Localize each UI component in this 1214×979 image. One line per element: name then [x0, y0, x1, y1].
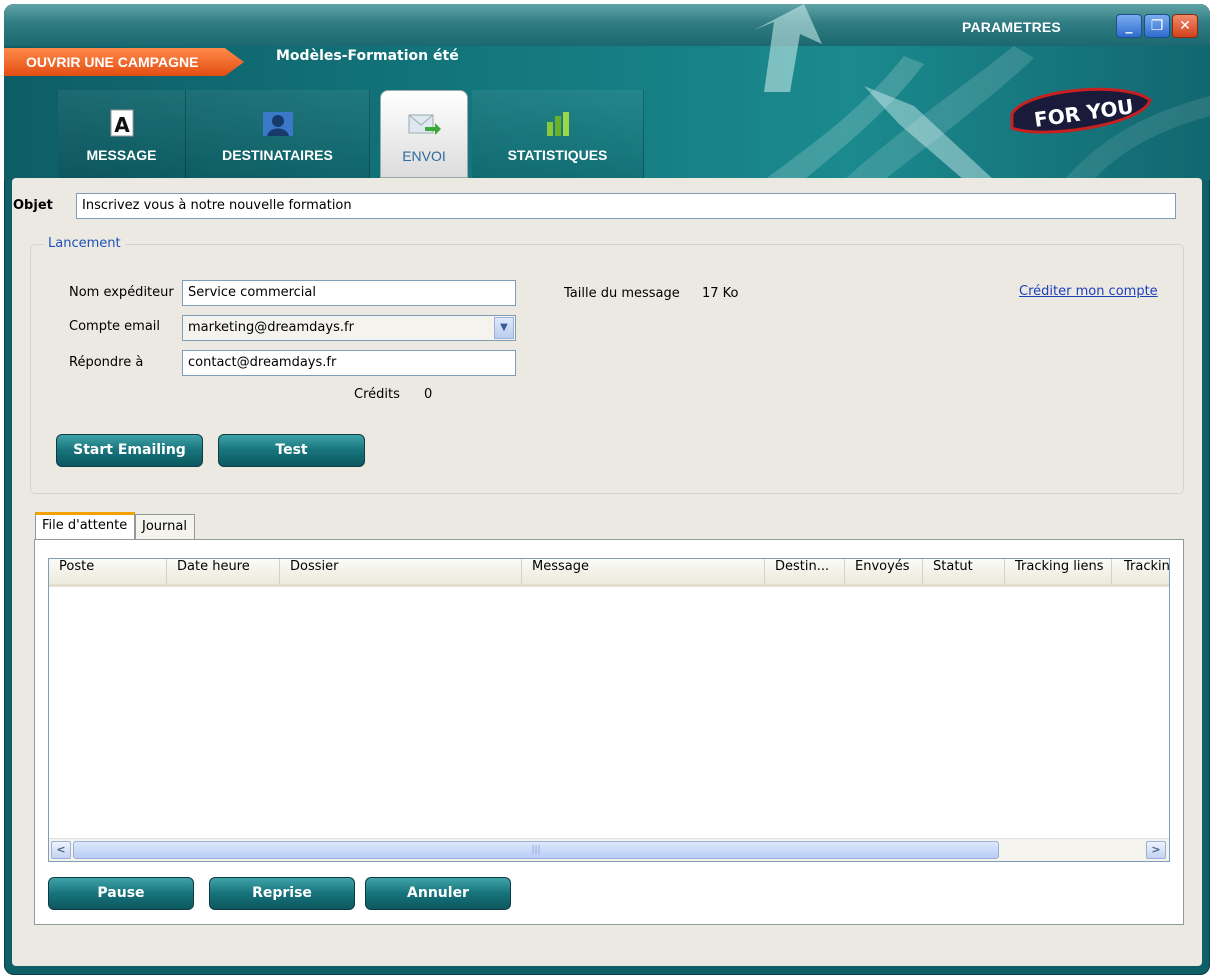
- column-header[interactable]: Message: [522, 559, 765, 584]
- tab-destinataires[interactable]: DESTINATAIRES: [186, 90, 370, 178]
- mail-for-you-logo: FOR YOU: [1010, 87, 1152, 134]
- test-button[interactable]: Test: [218, 434, 365, 467]
- scroll-thumb[interactable]: |||: [73, 841, 999, 859]
- queue-table: Poste Date heure Dossier Message Destin.…: [48, 558, 1170, 862]
- account-label: Compte email: [69, 319, 161, 334]
- reply-input[interactable]: contact@dreamdays.fr: [182, 350, 516, 376]
- campaign-name: Modèles-Formation été: [276, 48, 459, 64]
- campaign-bar: OUVRIR UNE CAMPAGNE Modèles-Formation ét…: [4, 48, 1210, 76]
- start-emailing-button[interactable]: Start Emailing: [56, 434, 203, 467]
- tab-label: MESSAGE: [86, 147, 157, 163]
- sender-label: Nom expéditeur: [69, 285, 174, 300]
- column-header[interactable]: Date heure: [167, 559, 280, 584]
- credits-label: Crédits: [354, 387, 400, 402]
- tab-statistiques[interactable]: STATISTIQUES: [472, 90, 644, 178]
- scroll-left-icon[interactable]: <: [51, 841, 71, 859]
- tab-label: ENVOI: [402, 148, 446, 164]
- scroll-right-icon[interactable]: >: [1146, 841, 1166, 859]
- open-campaign-button[interactable]: OUVRIR UNE CAMPAGNE: [4, 48, 244, 76]
- tab-message[interactable]: A MESSAGE: [58, 90, 186, 178]
- parametres-link[interactable]: PARAMETRES: [962, 19, 1061, 35]
- credits-value: 0: [424, 387, 433, 402]
- letter-a-icon: A: [110, 109, 133, 137]
- objet-input[interactable]: Inscrivez vous à notre nouvelle formatio…: [76, 193, 1176, 219]
- pause-button[interactable]: Pause: [48, 877, 194, 910]
- column-header[interactable]: Statut: [923, 559, 1005, 584]
- column-header[interactable]: Destin...: [765, 559, 845, 584]
- column-header[interactable]: Envoyés: [845, 559, 923, 584]
- message-size-label: Taille du message: [564, 286, 680, 301]
- credit-account-link[interactable]: Créditer mon compte: [1019, 284, 1158, 299]
- restore-button[interactable]: ❐: [1144, 14, 1170, 38]
- tab-envoi[interactable]: ENVOI: [380, 90, 468, 178]
- sender-input[interactable]: Service commercial: [182, 280, 516, 306]
- column-header[interactable]: Trackin: [1112, 559, 1169, 584]
- send-mail-icon: [408, 114, 441, 135]
- tab-label: DESTINATAIRES: [222, 147, 333, 163]
- reprise-button[interactable]: Reprise: [209, 877, 355, 910]
- tab-file-attente[interactable]: File d'attente: [35, 512, 135, 540]
- column-header[interactable]: Poste: [49, 559, 167, 584]
- chevron-down-icon[interactable]: ▼: [494, 317, 514, 339]
- queue-table-header: Poste Date heure Dossier Message Destin.…: [49, 559, 1169, 587]
- column-header[interactable]: Dossier: [280, 559, 522, 584]
- account-select[interactable]: marketing@dreamdays.fr ▼: [182, 315, 516, 341]
- message-size-value: 17 Ko: [702, 286, 739, 301]
- account-value: marketing@dreamdays.fr: [188, 320, 354, 335]
- close-button[interactable]: ✕: [1172, 14, 1198, 38]
- tab-label: STATISTIQUES: [507, 147, 608, 163]
- minimize-button[interactable]: _: [1116, 14, 1142, 38]
- column-header[interactable]: Tracking liens: [1005, 559, 1112, 584]
- reply-label: Répondre à: [69, 355, 144, 370]
- annuler-button[interactable]: Annuler: [365, 877, 511, 910]
- objet-label: Objet: [13, 198, 53, 213]
- contacts-icon: [262, 112, 293, 136]
- tab-journal[interactable]: Journal: [135, 514, 195, 540]
- horizontal-scrollbar[interactable]: < ||| >: [49, 838, 1169, 861]
- stats-icon: [546, 112, 569, 136]
- lancement-legend: Lancement: [44, 236, 125, 251]
- svg-text:A: A: [114, 113, 130, 137]
